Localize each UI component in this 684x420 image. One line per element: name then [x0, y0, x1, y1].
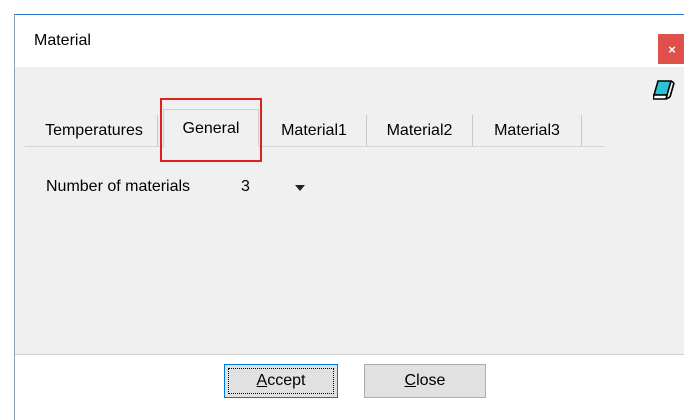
- close-window-button[interactable]: ×: [658, 34, 684, 64]
- tab-material1[interactable]: Material1: [261, 115, 367, 146]
- tab-label: Material3: [494, 121, 560, 139]
- footer: [15, 355, 684, 420]
- window-title: Material: [34, 32, 91, 49]
- tab-label: General: [182, 119, 240, 137]
- number-of-materials-value[interactable]: 3: [241, 178, 250, 196]
- accept-button[interactable]: Accept: [224, 364, 338, 398]
- tab-label: Temperatures: [45, 121, 143, 139]
- close-button[interactable]: Close: [364, 364, 486, 398]
- tab-material3[interactable]: Material3: [473, 115, 582, 146]
- tab-material2[interactable]: Material2: [367, 115, 473, 146]
- close-label: Close: [404, 372, 446, 389]
- tab-strip-line: [25, 146, 605, 147]
- chevron-down-icon[interactable]: [295, 185, 305, 191]
- title-bar: Material ×: [15, 15, 684, 67]
- eraser-icon[interactable]: [653, 79, 675, 101]
- close-icon: ×: [668, 41, 676, 57]
- tab-general[interactable]: General: [163, 109, 259, 147]
- tab-temperatures[interactable]: Temperatures: [31, 115, 158, 146]
- number-of-materials-label: Number of materials: [46, 178, 191, 195]
- accept-label: Accept: [256, 372, 306, 389]
- tab-label: Material2: [386, 121, 453, 139]
- material-dialog: Material × Temperatures General Material…: [14, 14, 684, 420]
- tab-label: Material1: [281, 121, 347, 139]
